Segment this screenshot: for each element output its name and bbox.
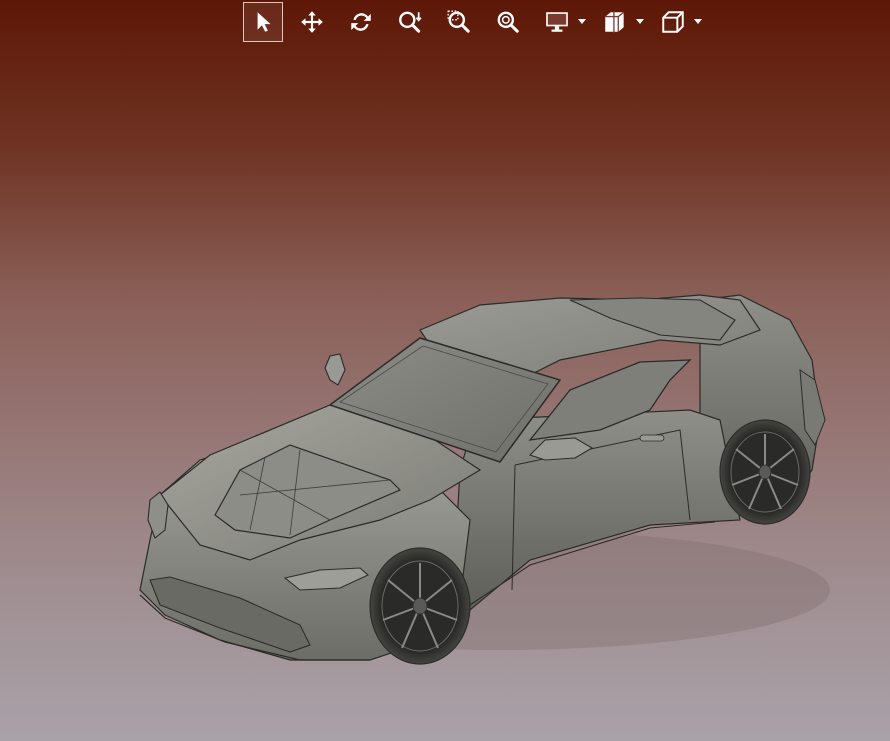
display-mode-caret[interactable] [577,2,587,42]
view-orientation-dropdown[interactable] [653,2,703,42]
rotate-tool-button[interactable] [341,2,381,42]
view-orientation-button[interactable] [653,2,693,42]
monitor-icon [546,12,568,32]
select-tool-button[interactable] [243,2,283,42]
move-arrows-icon [301,11,323,33]
chevron-down-icon [694,19,702,24]
zoom-scroll-icon [399,11,422,33]
car-left-mirror [324,353,346,386]
view-cube-icon [662,11,684,33]
chevron-down-icon [636,19,644,24]
pan-tool-button[interactable] [292,2,332,42]
car-door-handle [639,434,665,442]
zoom-fit-icon [497,11,519,33]
car-front-wheel [369,547,471,665]
section-button[interactable] [595,2,635,42]
zoom-fit-button[interactable] [488,2,528,42]
chevron-down-icon [578,19,586,24]
zoom-tool-button[interactable] [390,2,430,42]
cursor-icon [257,12,271,32]
rotate-icon [351,13,371,31]
display-mode-dropdown[interactable] [537,2,587,42]
car-3d-model[interactable] [0,0,890,741]
zoom-window-icon [447,10,470,33]
section-cube-icon [605,11,625,33]
zoom-window-button[interactable] [439,2,479,42]
view-orientation-caret[interactable] [693,2,703,42]
car-rear-wheel [719,419,811,525]
display-mode-button[interactable] [537,2,577,42]
section-dropdown[interactable] [595,2,645,42]
viewer-toolbar [243,2,711,42]
section-caret[interactable] [635,2,645,42]
3d-viewport[interactable] [0,0,890,741]
